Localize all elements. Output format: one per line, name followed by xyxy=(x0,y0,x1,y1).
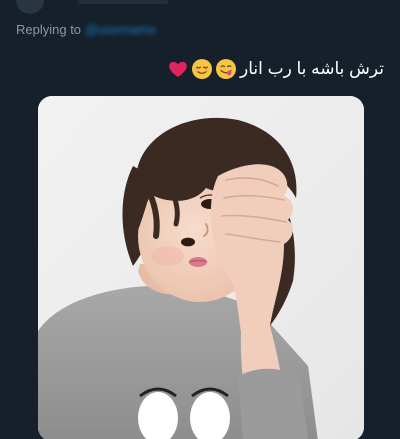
blurred-header-text xyxy=(78,0,168,4)
tweet-text: ترش باشه با رب انار xyxy=(166,58,384,80)
yum-face-emoji xyxy=(216,59,236,79)
replying-to-row: Replying to @username xyxy=(16,21,156,39)
red-heart-emoji xyxy=(169,61,187,77)
tweet-reply-view: Replying to @username ترش باشه با رب انار xyxy=(0,0,400,439)
replying-to-label: Replying to xyxy=(16,22,82,37)
tweet-body: ترش باشه با رب انار xyxy=(240,59,384,78)
child-photo xyxy=(38,96,364,439)
reply-handle-link[interactable]: @username xyxy=(85,22,156,37)
tweet-media-image[interactable] xyxy=(38,96,364,439)
avatar[interactable] xyxy=(16,0,44,14)
relieved-face-emoji xyxy=(192,59,212,79)
